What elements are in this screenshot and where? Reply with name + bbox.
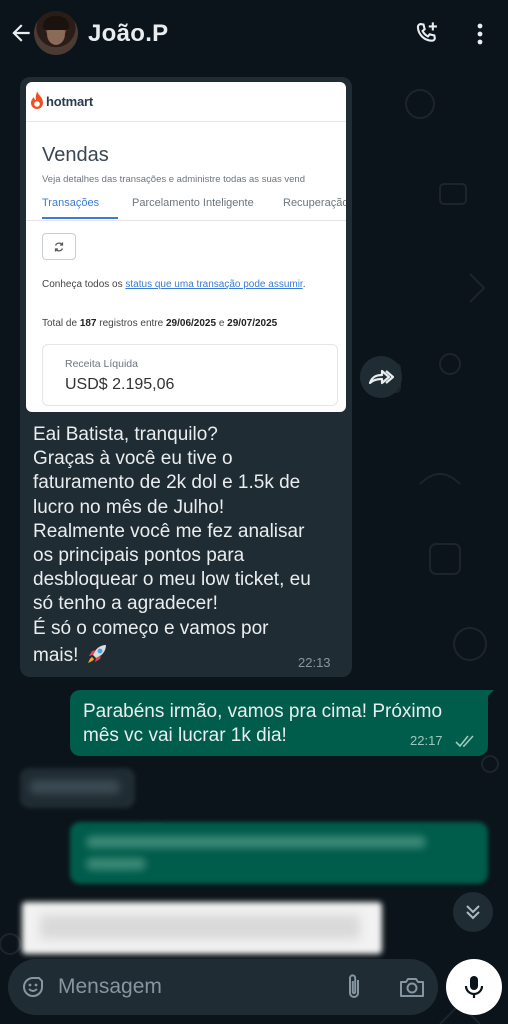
hotmart-tabs: Transações Parcelamento Inteligente Recu… <box>42 197 346 219</box>
net-revenue-value: USD$ 2.195,06 <box>65 376 175 393</box>
net-revenue-card: Receita Líquida USD$ 2.195,06 <box>42 344 338 406</box>
refresh-button <box>42 233 76 260</box>
forward-icon <box>368 369 394 385</box>
tab-recuperacao: Recuperação <box>283 197 346 209</box>
hotmart-flame-icon <box>31 91 43 109</box>
blurred-content <box>86 836 426 848</box>
blurred-outgoing-message[interactable] <box>70 822 488 884</box>
records-total: Total de 187 registros entre 29/06/2025 … <box>42 318 278 329</box>
net-revenue-label: Receita Líquida <box>65 358 138 370</box>
chat-header: João.P <box>0 0 508 64</box>
add-call-icon[interactable] <box>413 20 441 48</box>
blurred-content <box>30 780 120 794</box>
forward-button[interactable] <box>360 356 402 398</box>
active-tab-indicator <box>42 217 118 219</box>
tab-parcelamento: Parcelamento Inteligente <box>132 197 254 209</box>
voice-message-button[interactable] <box>446 959 502 1015</box>
message-time: 22:17 <box>410 733 443 748</box>
rocket-emoji-icon <box>87 644 106 663</box>
double-chevron-down-icon <box>466 905 480 920</box>
hotmart-topbar: hotmart <box>26 82 346 122</box>
incoming-message-text: Eai Batista, tranquilo? Graças à você eu… <box>33 424 311 666</box>
page-subtitle: Veja detalhes das transações e administr… <box>42 174 305 185</box>
hotmart-logo-text: hotmart <box>46 94 93 109</box>
divider <box>26 220 346 221</box>
tab-transacoes: Transações <box>42 197 100 209</box>
message-input[interactable] <box>58 970 328 1004</box>
refresh-icon <box>54 242 64 251</box>
arrow-back-icon[interactable] <box>8 20 34 46</box>
status-info: Conheça todos os status que uma transaçã… <box>42 279 306 290</box>
camera-icon[interactable] <box>398 974 426 1000</box>
microphone-icon <box>464 976 484 998</box>
status-link: status que uma transação pode assumir <box>125 279 303 290</box>
page-title: Vendas <box>42 144 109 166</box>
attach-icon[interactable] <box>342 972 366 1002</box>
blurred-content <box>40 915 360 939</box>
contact-name[interactable]: João.P <box>88 20 169 48</box>
outgoing-bubble-tail <box>484 690 494 700</box>
sticker-emoji-icon[interactable] <box>20 974 46 1000</box>
more-vert-icon[interactable] <box>470 20 490 48</box>
blurred-content <box>86 858 146 870</box>
message-time: 22:13 <box>298 655 331 670</box>
hotmart-sales-screenshot[interactable]: hotmart Vendas Veja detalhes das transaç… <box>26 82 346 412</box>
scroll-to-bottom-button[interactable] <box>453 892 493 932</box>
double-check-icon <box>455 735 474 748</box>
avatar[interactable] <box>34 11 78 55</box>
